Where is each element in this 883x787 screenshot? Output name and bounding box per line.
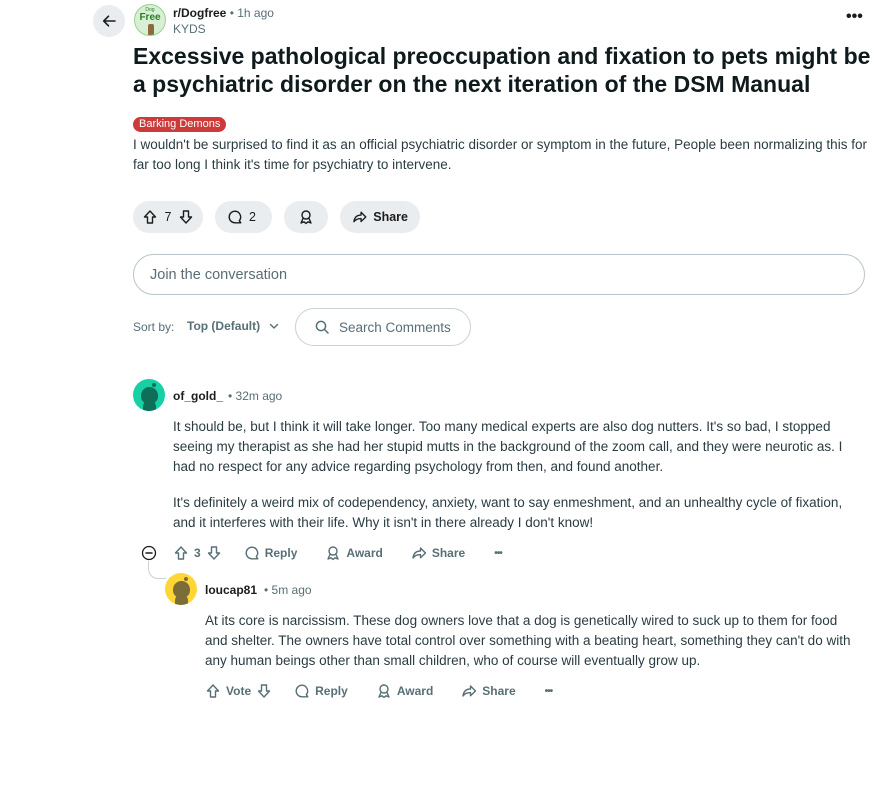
comment-paragraph: It's definitely a weird mix of codepende…: [173, 495, 843, 530]
meta-separator: •: [229, 6, 234, 20]
arrow-up-icon[interactable]: [173, 545, 189, 561]
reply-button[interactable]: Reply: [244, 545, 298, 561]
search-comments-input[interactable]: Search Comments: [295, 308, 471, 346]
speech-bubble-icon: [245, 546, 259, 560]
avatar-body: [143, 401, 156, 411]
award-ribbon-icon: [300, 210, 312, 225]
share-arrow-icon: [353, 211, 367, 223]
comment-author[interactable]: loucap81: [205, 583, 257, 597]
comment-paragraph: At its core is narcissism. These dog own…: [205, 613, 851, 668]
post-score: 7: [164, 210, 172, 224]
post-body: I wouldn't be surprised to find it as an…: [133, 137, 867, 172]
comment-actions: 3 Reply Award Share •••: [173, 545, 503, 561]
reply-label: Reply: [264, 546, 298, 560]
vote-control: Vote: [205, 683, 272, 699]
back-button[interactable]: [93, 5, 125, 37]
join-conversation-input[interactable]: [133, 254, 865, 295]
minus-circle-icon: [141, 545, 157, 561]
subreddit-avatar[interactable]: Dog Free: [134, 4, 166, 36]
vote-control: 7: [133, 201, 203, 233]
arrow-left-icon: [102, 15, 116, 27]
share-button[interactable]: Share: [340, 201, 420, 233]
arrow-up-icon[interactable]: [142, 209, 158, 225]
arrow-up-icon[interactable]: [205, 683, 221, 699]
comment-avatar[interactable]: [133, 379, 165, 411]
comment-score: 3: [194, 546, 201, 560]
comment-actions: Vote Reply Award Share •••: [205, 683, 553, 699]
more-options-button[interactable]: •••: [545, 686, 553, 697]
avatar-antenna: [152, 383, 156, 387]
speech-bubble-icon: [295, 684, 309, 698]
thread-connector: [148, 561, 166, 579]
award-button[interactable]: Award: [325, 545, 383, 561]
search-placeholder: Search Comments: [339, 319, 451, 335]
arrow-down-icon[interactable]: [178, 209, 194, 225]
award-ribbon-icon: [327, 546, 340, 561]
award-button[interactable]: Award: [376, 683, 433, 699]
collapse-thread-button[interactable]: [141, 545, 157, 561]
chevron-down-icon: [269, 323, 279, 329]
search-icon: [315, 320, 329, 334]
speech-bubble-icon: [228, 210, 242, 224]
comment-body: It should be, but I think it will take l…: [173, 417, 863, 533]
share-arrow-icon: [412, 547, 427, 559]
award-button[interactable]: [284, 201, 328, 233]
award-label: Award: [396, 684, 434, 698]
avatar-body: [175, 595, 188, 605]
share-label: Share: [373, 210, 408, 224]
avatar-antenna: [184, 577, 188, 581]
share-button[interactable]: Share: [411, 545, 465, 561]
avatar-text: Free: [139, 12, 161, 23]
vote-control: 3: [173, 545, 222, 561]
comment-age: • 32m ago: [228, 389, 283, 403]
sort-label: Sort by:: [133, 320, 175, 334]
subreddit-link[interactable]: r/Dogfree: [173, 6, 226, 20]
post-meta: r/Dogfree • 1h ago: [173, 6, 274, 20]
share-button[interactable]: Share: [461, 683, 516, 699]
vote-label: Vote: [226, 684, 252, 698]
share-label: Share: [431, 546, 466, 560]
reply-button[interactable]: Reply: [294, 683, 348, 699]
comment-avatar[interactable]: [165, 573, 197, 605]
share-label: Share: [482, 684, 516, 698]
arrow-down-icon[interactable]: [256, 683, 272, 699]
award-ribbon-icon: [378, 684, 390, 699]
arrow-down-icon[interactable]: [206, 545, 222, 561]
sort-dropdown[interactable]: Top (Default): [187, 319, 280, 333]
reply-label: Reply: [315, 684, 348, 698]
comment-author[interactable]: of_gold_: [173, 389, 223, 403]
sort-value: Top (Default): [187, 319, 261, 333]
comment-body: At its core is narcissism. These dog own…: [205, 611, 855, 671]
award-label: Award: [346, 546, 383, 560]
tree-icon: [148, 24, 154, 35]
comment-count: 2: [249, 210, 256, 224]
more-options-button[interactable]: •••: [846, 8, 863, 26]
comments-button[interactable]: 2: [215, 201, 272, 233]
post-flair[interactable]: Barking Demons: [133, 117, 227, 132]
more-options-button[interactable]: •••: [494, 548, 502, 559]
comment-paragraph: It should be, but I think it will take l…: [173, 419, 843, 474]
share-arrow-icon: [462, 685, 477, 697]
post-age: 1h ago: [237, 6, 274, 20]
comment-age: • 5m ago: [264, 583, 312, 597]
post-title: Excessive pathological preoccupation and…: [133, 43, 871, 97]
post-author[interactable]: KYDS: [173, 22, 206, 36]
